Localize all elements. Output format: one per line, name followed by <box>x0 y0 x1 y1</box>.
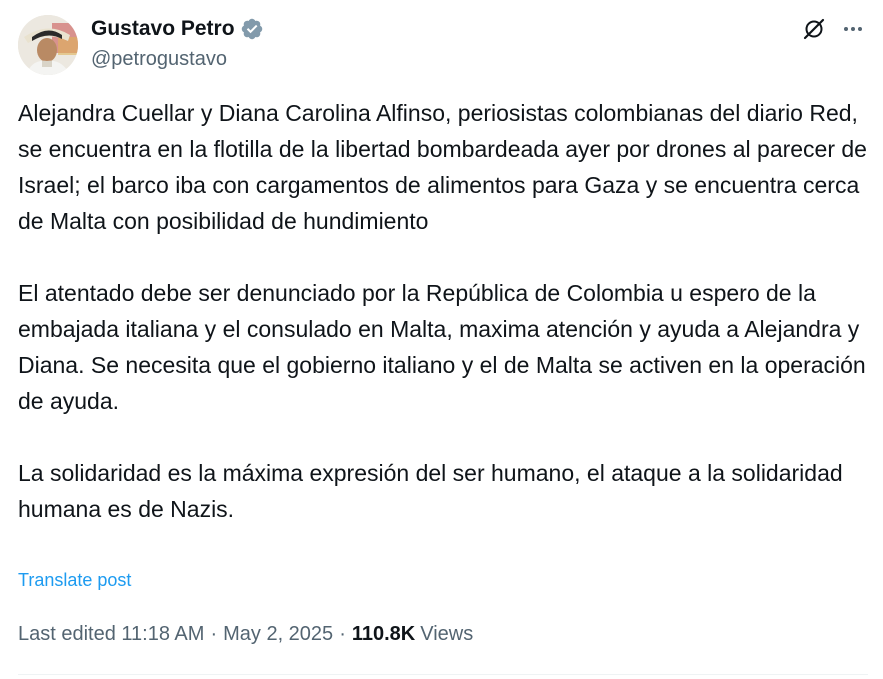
author-name-row: Gustavo Petro <box>91 16 264 42</box>
more-options-icon <box>844 27 862 31</box>
grok-icon <box>803 18 825 40</box>
views-count: 110.8K <box>351 623 416 645</box>
avatar-image <box>18 15 78 75</box>
divider <box>18 674 868 675</box>
post-meta: Last edited 11:18 AM · May 2, 2025 · 110.8K V… <box>18 621 473 647</box>
author-display-name[interactable]: Gustavo Petro <box>91 16 235 42</box>
post-text: Alejandra Cuellar y Diana Carolina Alfin… <box>18 100 867 522</box>
meta-separator: · <box>339 623 346 645</box>
meta-separator: · <box>210 623 218 645</box>
avatar[interactable] <box>18 15 78 75</box>
verified-badge-icon[interactable] <box>240 17 264 41</box>
views-label: Views <box>420 623 474 645</box>
edited-timestamp[interactable]: Last edited 11:18 AM <box>18 623 204 645</box>
grok-button[interactable] <box>799 14 829 44</box>
more-options-button[interactable] <box>838 14 868 44</box>
tweet-article: Gustavo Petro @petrogustavo Alejandra Cu… <box>0 0 883 679</box>
post-date[interactable]: May 2, 2025 <box>223 623 333 645</box>
translate-post-link[interactable]: Translate post <box>18 568 131 592</box>
author-handle[interactable]: @petrogustavo <box>91 47 227 71</box>
